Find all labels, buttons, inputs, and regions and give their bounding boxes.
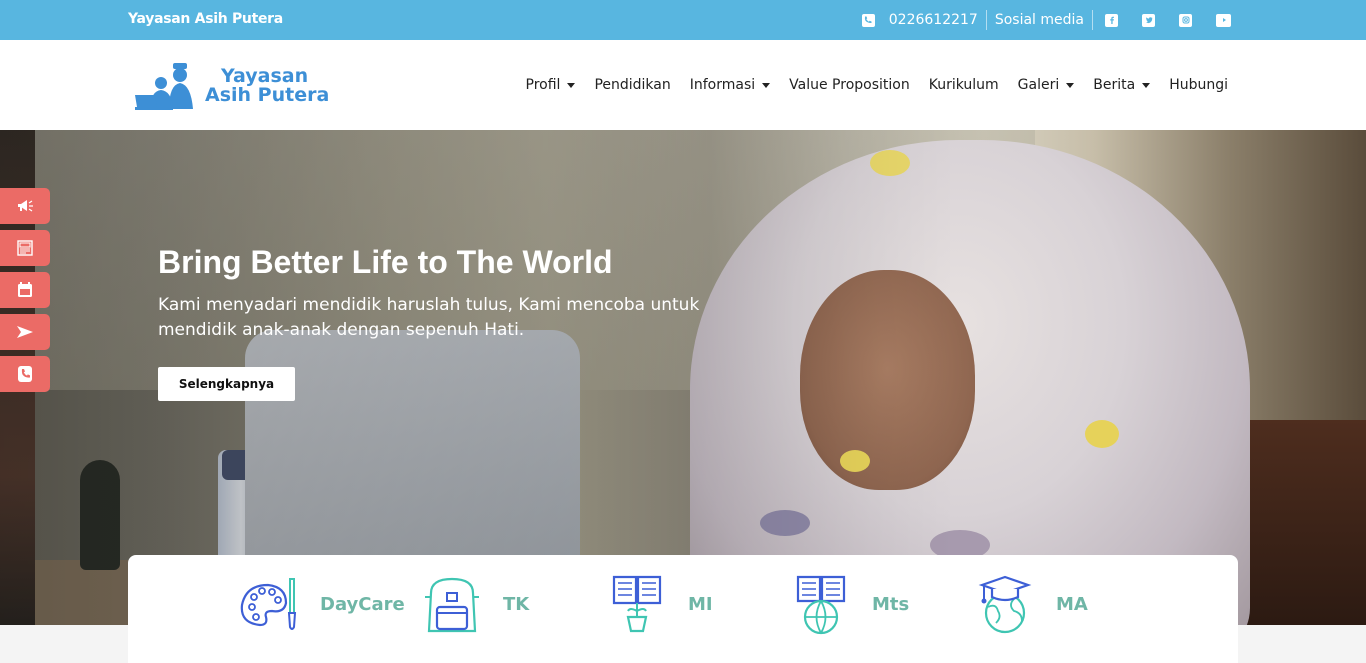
- menu-label: Profil: [525, 77, 561, 93]
- social-links: [1093, 13, 1231, 27]
- backpack-icon: [425, 577, 479, 633]
- program-ma[interactable]: MA: [974, 573, 1088, 635]
- facebook-icon[interactable]: [1105, 13, 1118, 27]
- social-media-label: Sosial media: [994, 12, 1084, 28]
- side-quick-links: [0, 188, 50, 398]
- menu-label: Galeri: [1017, 77, 1060, 93]
- menu-item-berita[interactable]: Berita: [1093, 77, 1151, 93]
- logo-figures-icon: [135, 63, 193, 110]
- program-daycare[interactable]: DayCare: [238, 573, 405, 635]
- menu-item-hubungi[interactable]: Hubungi: [1169, 77, 1228, 93]
- phone-number[interactable]: 0226612217: [889, 12, 978, 28]
- menu-item-kurikulum[interactable]: Kurikulum: [929, 77, 999, 93]
- chevron-down-icon: [1142, 82, 1151, 88]
- programs-panel: DayCare TK MI Mts MA: [128, 555, 1238, 663]
- site-logo[interactable]: Yayasan Asih Putera: [133, 60, 333, 112]
- divider: [985, 10, 987, 30]
- logo-text: Yayasan Asih Putera: [205, 67, 329, 105]
- top-contact: 0226612217 Sosial media: [861, 0, 1231, 40]
- menu-label: Berita: [1093, 77, 1136, 93]
- program-label: MA: [1056, 593, 1088, 615]
- hero-description: Kami menyadari mendidik haruslah tulus, …: [158, 295, 700, 340]
- phone-icon: [861, 13, 875, 27]
- hero-title: Bring Better Life to The World: [158, 244, 613, 280]
- youtube-icon[interactable]: [1216, 13, 1231, 27]
- book-plant-icon: [612, 575, 662, 633]
- program-label: TK: [503, 593, 530, 615]
- chevron-down-icon: [1066, 82, 1075, 88]
- program-label: DayCare: [320, 593, 405, 615]
- twitter-icon[interactable]: [1142, 13, 1155, 27]
- menu-item-value-proposition[interactable]: Value Proposition: [789, 77, 910, 93]
- news-icon[interactable]: [0, 230, 50, 266]
- menu-item-pendidikan[interactable]: Pendidikan: [594, 77, 670, 93]
- menu-label: Kurikulum: [928, 77, 999, 93]
- menu-label: Informasi: [689, 77, 756, 93]
- main-navbar: Yayasan Asih Putera Profil Pendidikan In…: [0, 40, 1366, 130]
- menu-label: Value Proposition: [789, 77, 910, 93]
- hero-banner: Bring Better Life to The World Kami meny…: [0, 130, 1366, 625]
- program-mts[interactable]: Mts: [790, 573, 909, 635]
- phone-icon[interactable]: [0, 356, 50, 392]
- site-name: Yayasan Asih Putera: [128, 11, 283, 27]
- palette-icon: [240, 578, 297, 630]
- chevron-down-icon: [762, 82, 771, 88]
- program-label: MI: [688, 593, 713, 615]
- menu-item-informasi[interactable]: Informasi: [689, 77, 771, 93]
- menu-label: Hubungi: [1169, 77, 1228, 93]
- top-bar: Yayasan Asih Putera 0226612217 Sosial me…: [0, 0, 1366, 40]
- chevron-down-icon: [567, 82, 576, 88]
- logo-line-2: Asih Putera: [205, 84, 330, 106]
- main-menu: Profil Pendidikan Informasi Value Propos…: [507, 40, 1228, 130]
- read-more-button[interactable]: Selengkapnya: [158, 367, 295, 401]
- calendar-icon[interactable]: [0, 272, 50, 308]
- graduation-globe-icon: [978, 575, 1032, 634]
- megaphone-icon[interactable]: [0, 188, 50, 224]
- book-globe-icon: [796, 575, 846, 635]
- menu-label: Pendidikan: [594, 77, 671, 93]
- paper-plane-icon[interactable]: [0, 314, 50, 350]
- program-mi[interactable]: MI: [606, 573, 713, 635]
- instagram-icon[interactable]: [1179, 13, 1192, 27]
- program-label: Mts: [872, 593, 910, 615]
- program-tk[interactable]: TK: [421, 573, 529, 635]
- menu-item-profil[interactable]: Profil: [526, 77, 576, 93]
- menu-item-galeri[interactable]: Galeri: [1018, 77, 1075, 93]
